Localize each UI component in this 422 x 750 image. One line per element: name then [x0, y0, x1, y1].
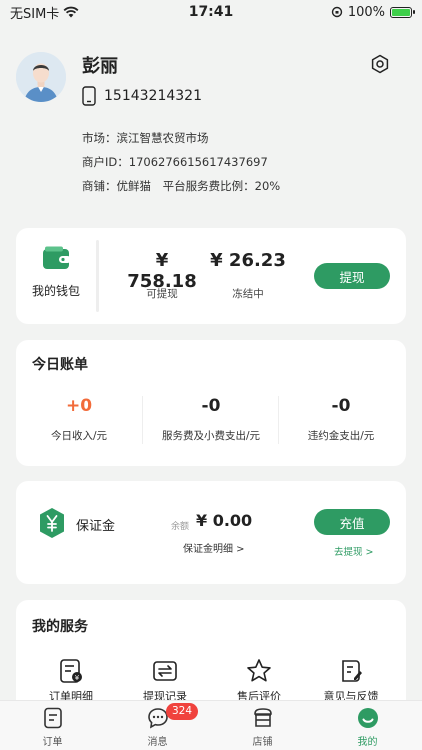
status-bar: 无SIM卡 17:41 100% — [0, 0, 422, 24]
service-withdraw-record[interactable]: 提现记录 — [118, 658, 212, 704]
divider — [142, 396, 143, 444]
frozen-amount: ¥ 26.23 — [210, 250, 286, 271]
divider — [96, 240, 99, 312]
user-name: 彭丽 — [82, 56, 118, 77]
gear-icon[interactable] — [370, 54, 390, 74]
withdraw-record-icon — [153, 661, 177, 681]
deposit-balance: ¥ 0.00 — [196, 511, 253, 530]
avatar[interactable] — [16, 52, 66, 102]
tab-bar: 订单 消息 324 店铺 我的 — [0, 700, 422, 750]
today-bill-card: 今日账单 +0 今日收入/元 -0 服务费及小费支出/元 -0 违约金支出/元 — [16, 340, 406, 466]
wallet-card: 我的钱包 ¥ 758.18 可提现 ¥ 26.23 冻结中 提现 — [16, 228, 406, 324]
withdrawable-label: 可提现 — [146, 288, 178, 300]
tab-label: 消息 — [147, 737, 168, 748]
service-fee-label: 服务费及小费支出/元 — [161, 430, 261, 442]
phone-icon — [82, 86, 96, 106]
yuan-shield-icon — [40, 508, 64, 538]
tab-label: 店铺 — [252, 737, 273, 748]
deposit-label: 保证金 — [76, 519, 116, 534]
service-fee-value: -0 — [201, 396, 221, 416]
deposit-card: 保证金 余额 ¥ 0.00 保证金明细 > 充值 去提现 > — [16, 481, 406, 584]
star-icon — [247, 659, 271, 682]
recharge-button[interactable]: 充值 — [314, 509, 390, 535]
order-detail-icon: ¥ — [60, 659, 82, 683]
shop-name: 商铺：优鲜猫 — [82, 179, 151, 193]
withdraw-button[interactable]: 提现 — [314, 263, 390, 289]
tab-orders[interactable]: 订单 — [0, 707, 105, 748]
deposit-detail-link[interactable]: 保证金明细 > — [183, 540, 245, 555]
profile-section: 彭丽 15143214321 市场：滨江智慧农贸市场 商户ID：17062766… — [16, 48, 406, 208]
service-feedback[interactable]: 意见与反馈 — [304, 658, 398, 704]
carrier-text: 无SIM卡 — [10, 6, 60, 22]
tab-mine[interactable]: 我的 — [315, 707, 420, 748]
phone-row: 15143214321 — [82, 86, 202, 106]
unread-badge: 324 — [166, 703, 199, 720]
battery-percent: 100% — [347, 4, 385, 20]
svg-text:¥: ¥ — [75, 674, 80, 682]
penalty-value: -0 — [331, 396, 351, 416]
orientation-lock-icon — [331, 6, 343, 18]
penalty-label: 违约金支出/元 — [307, 430, 375, 442]
tab-label: 订单 — [42, 737, 63, 748]
shop-icon — [253, 708, 272, 727]
services-title: 我的服务 — [32, 619, 88, 635]
tab-label: 我的 — [357, 737, 378, 748]
service-order-detail[interactable]: ¥ 订单明细 — [24, 658, 118, 704]
withdraw-deposit-link[interactable]: 去提现 > — [334, 544, 373, 558]
wallet-label: 我的钱包 — [32, 284, 81, 298]
divider — [278, 396, 279, 444]
balance-caption: 余额 — [171, 522, 190, 532]
wallet-icon — [43, 246, 71, 269]
income-label: 今日收入/元 — [50, 430, 108, 442]
shop-info: 商铺：优鲜猫 平台服务费比例：20% — [82, 178, 280, 194]
phone-number: 15143214321 — [104, 88, 202, 104]
merchant-id: 商户ID：1706276615617437697 — [82, 155, 268, 169]
profile-icon — [357, 708, 378, 728]
today-bill-title: 今日账单 — [32, 357, 88, 373]
order-icon — [43, 707, 62, 729]
market-info: 市场：滨江智慧农贸市场 — [82, 131, 209, 145]
wifi-icon — [63, 6, 79, 18]
tab-messages[interactable]: 消息 324 — [105, 703, 210, 748]
feedback-icon — [342, 660, 362, 682]
tab-shop[interactable]: 店铺 — [210, 707, 315, 748]
service-rate: 平台服务费比例：20% — [162, 179, 281, 193]
income-value: +0 — [65, 396, 93, 416]
battery-icon — [390, 6, 415, 18]
service-after-sales[interactable]: 售后评价 — [212, 658, 306, 704]
frozen-label: 冻结中 — [232, 288, 264, 300]
